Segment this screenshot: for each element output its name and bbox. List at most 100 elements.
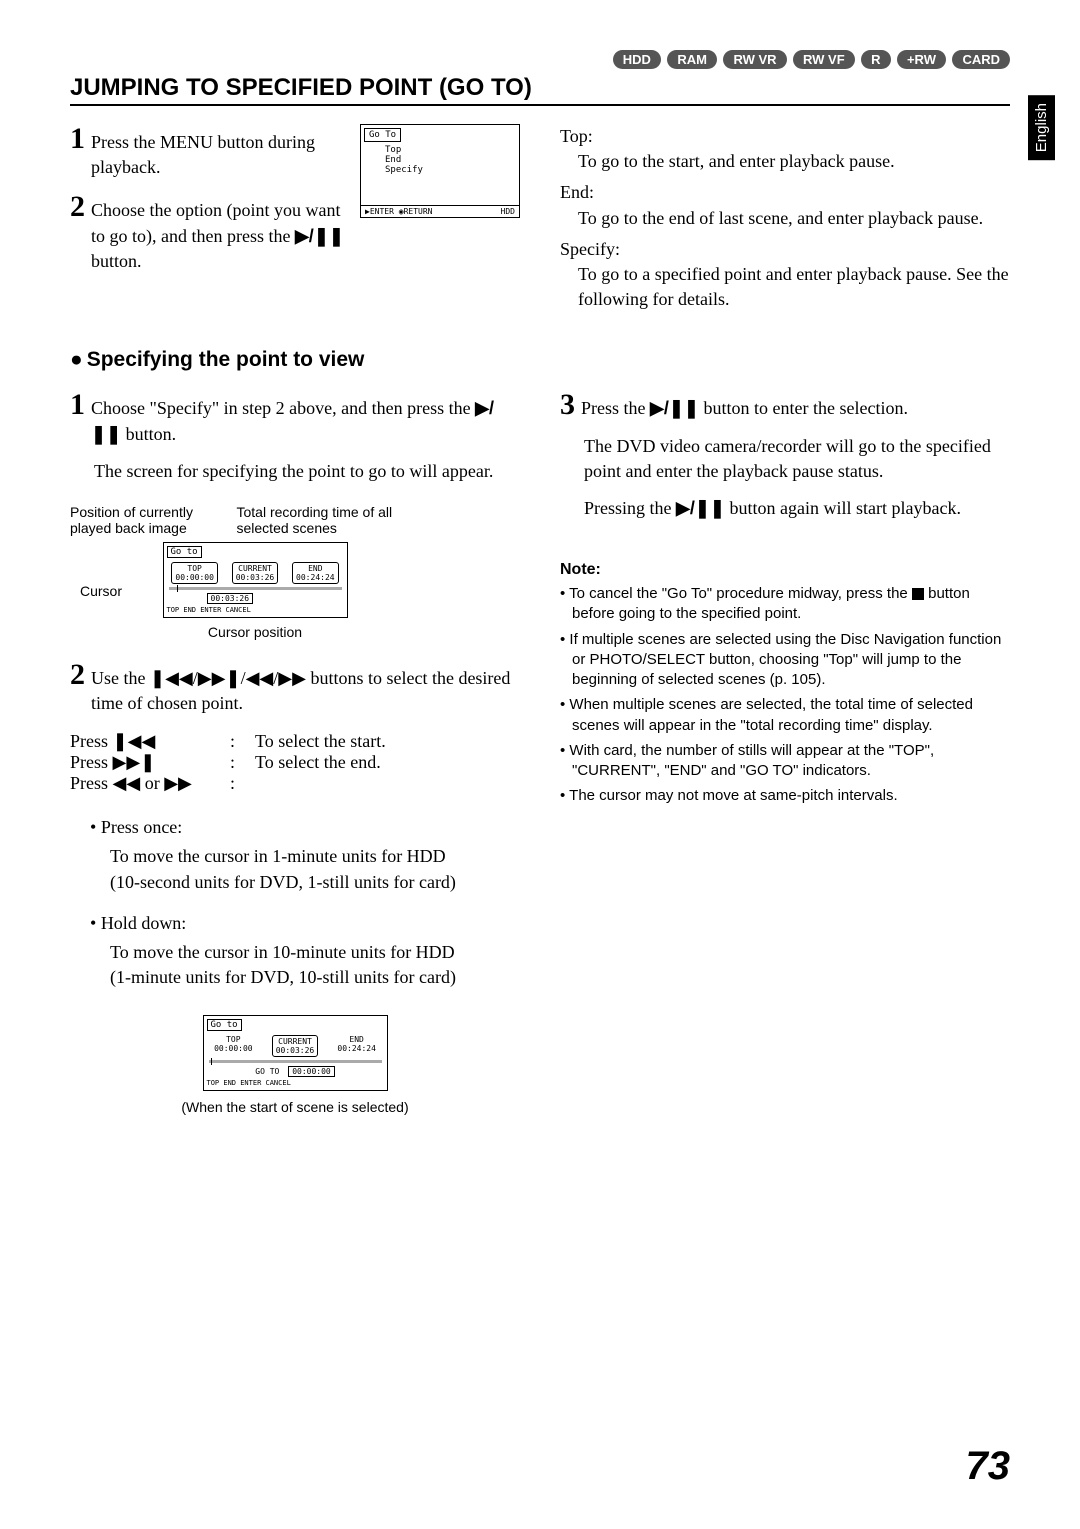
- goto1-current-val: 00:03:26: [236, 573, 275, 582]
- press-label: Press: [70, 773, 113, 793]
- press-key-2: Press ▶▶❚: [70, 752, 230, 773]
- step3-p2a: Pressing the: [584, 498, 676, 518]
- press-key-1: Press ❚◀◀: [70, 731, 230, 752]
- rewind-icon: ◀◀: [246, 668, 274, 688]
- press-desc-1: To select the start.: [255, 731, 520, 752]
- goto2-cur-label: CURRENT: [278, 1037, 312, 1046]
- press-once-txt: Press once:: [101, 817, 182, 837]
- specify-left: 1 Choose "Specify" in step 2 above, and …: [70, 390, 520, 1115]
- step-number-1b: 1: [70, 390, 85, 420]
- goto1-header-row: TOP00:00:00 CURRENT00:03:26 END00:24:24: [167, 562, 344, 584]
- skip-next-icon: ▶▶❚: [198, 668, 241, 688]
- goto2-top: TOP00:00:00: [214, 1035, 253, 1057]
- badge-hdd: HDD: [613, 50, 661, 69]
- step3-p1: The DVD video camera/recorder will go to…: [584, 434, 1010, 484]
- stop-icon: [912, 588, 924, 600]
- goto-diagram: Position of currently played back image …: [70, 504, 440, 640]
- menu-items: Top End Specify: [361, 145, 519, 205]
- goto1-footer: TOP END ENTER CANCEL: [167, 606, 344, 614]
- specify-step2-text: Use the ❚◀◀/▶▶❚/◀◀/▶▶ buttons to select …: [91, 660, 520, 716]
- goto2-cur-val: 00:03:26: [276, 1046, 315, 1055]
- goto2-cursor-tick: [211, 1058, 212, 1065]
- step3-b: button to enter the selection.: [699, 398, 908, 418]
- intro-step2: 2 Choose the option (point you want to g…: [70, 192, 350, 274]
- label-position: Position of currently played back image: [70, 504, 237, 536]
- goto1-end-val: 00:24:24: [296, 573, 335, 582]
- goto2-goto-val: 00:00:00: [288, 1066, 335, 1077]
- press-label: Press: [70, 731, 113, 751]
- play-pause-icon: ▶/❚❚: [650, 398, 699, 418]
- press-desc-2: To select the end.: [255, 752, 520, 773]
- hold-down-label: • Hold down:: [90, 905, 520, 936]
- goto1-timeline-bar: [169, 587, 342, 590]
- goto2-end-label: END: [349, 1035, 363, 1044]
- goto1-cursor-tick: [177, 585, 178, 592]
- skip-prev-icon: ❚◀◀: [150, 668, 193, 688]
- spec-step1-b: button.: [121, 424, 176, 444]
- specify-step2: 2 Use the ❚◀◀/▶▶❚/◀◀/▶▶ buttons to selec…: [70, 660, 520, 716]
- goto2-timeline-bar: [209, 1060, 382, 1063]
- badge-rwvr: RW VR: [723, 50, 786, 69]
- page-number: 73: [966, 1444, 1011, 1489]
- defn-spec-desc: To go to a specified point and enter pla…: [578, 262, 1010, 312]
- menu-title: Go To: [364, 128, 401, 142]
- goto-screen-2: Go to TOP00:00:00 CURRENT00:03:26 END00:…: [203, 1015, 388, 1091]
- press-once-label: • Press once:: [90, 809, 520, 840]
- goto1-title: Go to: [167, 546, 202, 558]
- goto2-end-val: 00:24:24: [337, 1044, 376, 1053]
- goto1-below-val: 00:03:26: [207, 593, 254, 604]
- intro-step2-b: button.: [91, 251, 142, 271]
- defn-spec-term: Specify:: [560, 237, 1010, 262]
- hold-down-txt: Hold down:: [101, 913, 187, 933]
- specify-step3-text: Press the ▶/❚❚ button to enter the selec…: [581, 390, 908, 421]
- forward-icon: ▶▶: [164, 773, 192, 793]
- spec-step1-a: Choose "Specify" in step 2 above, and th…: [91, 398, 475, 418]
- goto2-caption: (When the start of scene is selected): [70, 1099, 520, 1115]
- goto1-end-label: END: [308, 564, 322, 573]
- goto1-current-label: CURRENT: [238, 564, 272, 573]
- skip-next-icon: ▶▶❚: [113, 752, 156, 772]
- cursor-label: Cursor: [80, 583, 122, 599]
- note-item-5: The cursor may not move at same-pitch in…: [560, 786, 1010, 806]
- step3-a: Press the: [581, 398, 650, 418]
- badge-rwvf: RW VF: [793, 50, 855, 69]
- note-item-1: To cancel the "Go To" procedure midway, …: [560, 584, 1010, 625]
- rewind-icon: ◀◀: [113, 773, 141, 793]
- language-tab: English: [1028, 95, 1055, 160]
- press-sep-1: :: [230, 731, 255, 752]
- media-type-badges: HDD RAM RW VR RW VF R +RW CARD: [70, 50, 1010, 69]
- menu-footer: ▶ENTER ◉RETURN HDD: [361, 205, 519, 217]
- specify-step1-sub: The screen for specifying the point to g…: [94, 459, 520, 484]
- goto-screen-1: Go to TOP00:00:00 CURRENT00:03:26 END00:…: [163, 542, 348, 618]
- specify-step3: 3 Press the ▶/❚❚ button to enter the sel…: [560, 390, 1010, 421]
- diagram-labels: Position of currently played back image …: [70, 504, 440, 536]
- defn-end-term: End:: [560, 180, 1010, 205]
- goto2-current: CURRENT00:03:26: [272, 1035, 319, 1057]
- goto1-top-cell: TOP00:00:00: [171, 562, 218, 584]
- press-row-2: Press ▶▶❚ : To select the end.: [70, 752, 520, 773]
- play-pause-icon: ▶/❚❚: [676, 498, 725, 518]
- specify-section: 1 Choose "Specify" in step 2 above, and …: [70, 390, 1010, 1115]
- step-number-2b: 2: [70, 660, 85, 690]
- press-once-desc: To move the cursor in 1-minute units for…: [110, 844, 520, 894]
- hold-down-desc: To move the cursor in 10-minute units fo…: [110, 940, 520, 990]
- goto2-top-val: 00:00:00: [214, 1044, 253, 1053]
- spec-step2-a: Use the: [91, 668, 150, 688]
- intro-step1-text: Press the MENU button during playback.: [91, 124, 350, 180]
- badge-card: CARD: [952, 50, 1010, 69]
- cursor-position-label: Cursor position: [70, 624, 440, 640]
- menu-item-end: End: [381, 155, 516, 165]
- goto2-top-label: TOP: [226, 1035, 240, 1044]
- menu-goto-screenshot: Go To Top End Specify ▶ENTER ◉RETURN HDD: [360, 124, 520, 218]
- specify-step1: 1 Choose "Specify" in step 2 above, and …: [70, 390, 520, 446]
- defn-top-desc: To go to the start, and enter playback p…: [578, 149, 1010, 174]
- badge-ram: RAM: [667, 50, 717, 69]
- press-desc-3: [255, 773, 520, 794]
- press-row-3: Press ◀◀ or ▶▶ :: [70, 773, 520, 794]
- goto2-title: Go to: [207, 1019, 242, 1031]
- press-sep-3: :: [230, 773, 255, 794]
- menu-hdd-label: HDD: [501, 207, 515, 216]
- step-number-3: 3: [560, 390, 575, 420]
- skip-prev-icon: ❚◀◀: [113, 731, 156, 751]
- goto2-end: END00:24:24: [337, 1035, 376, 1057]
